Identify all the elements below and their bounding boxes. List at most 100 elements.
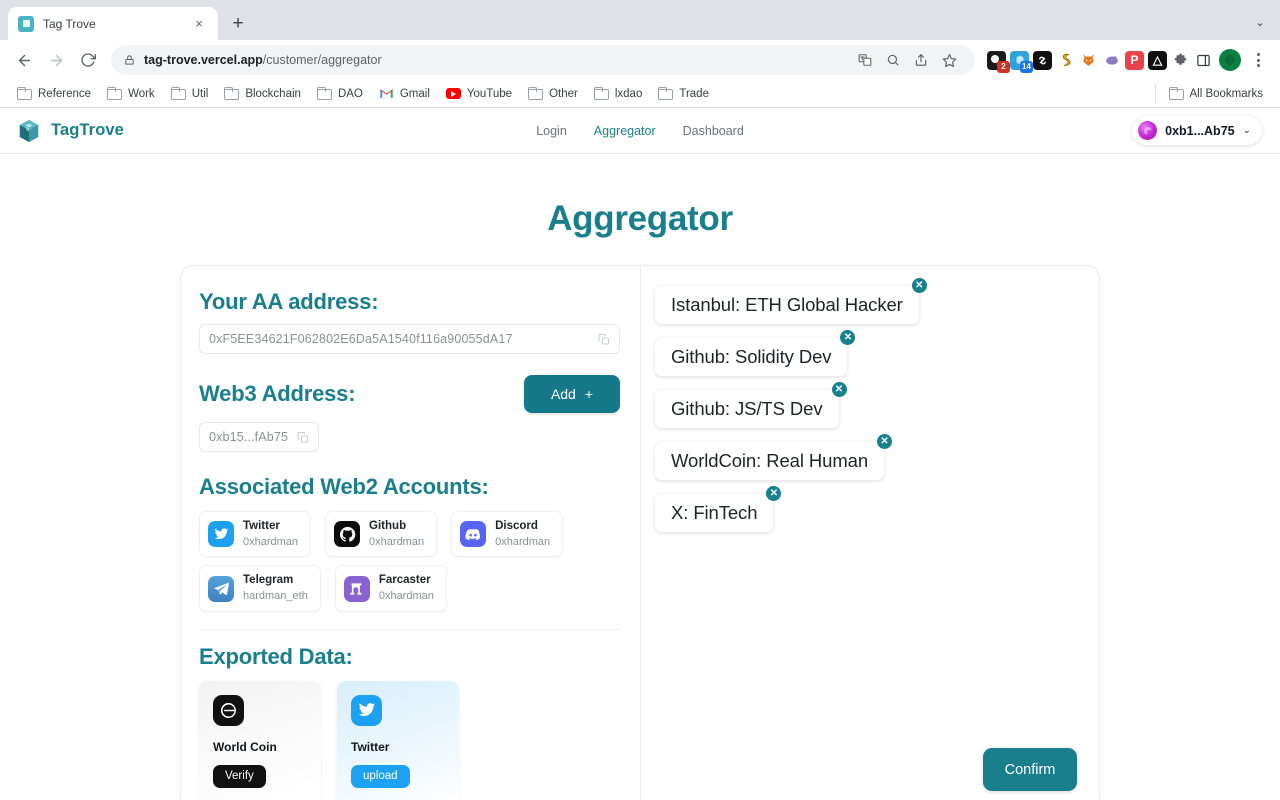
reload-button[interactable]: [73, 45, 103, 75]
account-info: Github 0xhardman: [369, 519, 424, 549]
copy-icon[interactable]: [297, 431, 309, 444]
bookmark-util[interactable]: Util: [164, 84, 216, 103]
bookmark-other[interactable]: Other: [521, 84, 585, 103]
all-bookmarks-label: All Bookmarks: [1190, 88, 1264, 100]
add-button[interactable]: Add +: [524, 375, 620, 413]
folder-icon: [17, 87, 32, 100]
address-bar[interactable]: tag-trove.vercel.app/customer/aggregator: [111, 45, 975, 75]
bookmark-trade[interactable]: Trade: [651, 84, 716, 103]
bookmark-dao[interactable]: DAO: [310, 84, 370, 103]
wallet-chip[interactable]: 0xb1...Ab75 ⌄: [1132, 116, 1262, 145]
bookmark-label: Gmail: [400, 88, 430, 100]
account-github[interactable]: Github 0xhardman: [325, 511, 437, 557]
copy-icon[interactable]: [598, 333, 610, 346]
aa-address-field[interactable]: 0xF5EE34621F062802E6Da5A1540f116a90055dA…: [199, 324, 620, 354]
github-icon: [334, 521, 360, 547]
remove-tag-icon[interactable]: ✕: [832, 382, 847, 397]
browser-tab[interactable]: Tag Trove ×: [8, 7, 218, 40]
ext-black-link-icon[interactable]: [1033, 51, 1052, 70]
ext-badge-count: 14: [1020, 61, 1033, 73]
tag-label[interactable]: Github: Solidity Dev: [655, 338, 847, 376]
remove-tag-icon[interactable]: ✕: [840, 330, 855, 345]
close-icon[interactable]: ×: [190, 15, 208, 33]
new-tab-button[interactable]: +: [224, 9, 252, 37]
star-icon[interactable]: [936, 47, 962, 73]
translate-icon[interactable]: [852, 47, 878, 73]
account-farcaster[interactable]: Farcaster 0xhardman: [335, 565, 447, 611]
url-domain: tag-trove.vercel.app: [144, 53, 263, 67]
account-info: Telegram hardman_eth: [243, 573, 308, 603]
nav-aggregator[interactable]: Aggregator: [594, 124, 656, 138]
share-icon[interactable]: [908, 47, 934, 73]
twitter-icon: [351, 695, 382, 726]
chrome-menu-button[interactable]: [1245, 47, 1271, 73]
bookmark-label: Work: [128, 88, 155, 100]
nav-login[interactable]: Login: [536, 124, 567, 138]
export-card-twitter[interactable]: Twitter upload: [337, 681, 459, 800]
remove-tag-icon[interactable]: ✕: [766, 486, 781, 501]
side-panel-icon[interactable]: [1194, 51, 1213, 70]
nav-dashboard[interactable]: Dashboard: [683, 124, 744, 138]
web3-row: Web3 Address: Add +: [199, 375, 620, 413]
browser-window: Tag Trove × + ⌄ tag-trove.vercel.app/cus…: [0, 0, 1280, 800]
tag-label[interactable]: WorldCoin: Real Human: [655, 442, 884, 480]
folder-icon: [1169, 87, 1184, 100]
ext-dark-badge-icon[interactable]: 2: [987, 51, 1006, 70]
bookmark-lxdao[interactable]: lxdao: [587, 84, 650, 103]
export-card-name: Twitter: [351, 740, 459, 754]
bookmark-label: Blockchain: [245, 88, 301, 100]
remove-tag-icon[interactable]: ✕: [912, 278, 927, 293]
web2-accounts-title: Associated Web2 Accounts:: [199, 474, 620, 500]
forward-button[interactable]: [41, 45, 71, 75]
account-handle: 0xhardman: [379, 589, 434, 604]
account-telegram[interactable]: Telegram hardman_eth: [199, 565, 321, 611]
ext-gold-s-icon[interactable]: [1056, 51, 1075, 70]
youtube-icon: [446, 88, 461, 99]
lock-icon: [124, 54, 135, 66]
profile-avatar[interactable]: [1219, 49, 1241, 71]
tag-item: WorldCoin: Real Human ✕: [655, 442, 884, 480]
account-handle: 0xhardman: [243, 535, 298, 550]
tag-label[interactable]: Github: JS/TS Dev: [655, 390, 839, 428]
bookmark-gmail[interactable]: Gmail: [372, 85, 437, 103]
back-button[interactable]: [9, 45, 39, 75]
tagtrove-favicon-icon: [18, 16, 34, 32]
web2-accounts-grid: Twitter 0xhardman Github 0xhardman: [199, 511, 620, 612]
account-twitter[interactable]: Twitter 0xhardman: [199, 511, 311, 557]
account-info: Twitter 0xhardman: [243, 519, 298, 549]
ext-purple-ghost-icon[interactable]: [1102, 51, 1121, 70]
bookmark-work[interactable]: Work: [100, 84, 162, 103]
app-header: TagTrove Login Aggregator Dashboard 0xb1…: [0, 108, 1280, 154]
export-card-worldcoin[interactable]: World Coin Verify: [199, 681, 321, 800]
farcaster-icon: [344, 576, 370, 602]
puzzle-icon[interactable]: [1171, 51, 1190, 70]
ext-red-p-icon[interactable]: P: [1125, 51, 1144, 70]
brand[interactable]: TagTrove: [18, 119, 124, 143]
url-text: tag-trove.vercel.app/customer/aggregator: [144, 53, 382, 67]
account-handle: 0xhardman: [495, 535, 550, 550]
bookmark-youtube[interactable]: YouTube: [439, 85, 519, 103]
zoom-search-icon[interactable]: [880, 47, 906, 73]
ext-fox-icon[interactable]: [1079, 51, 1098, 70]
chevron-down-icon[interactable]: ⌄: [1248, 10, 1272, 34]
bookmark-blockchain[interactable]: Blockchain: [217, 84, 308, 103]
verify-button[interactable]: Verify: [213, 765, 266, 788]
bookmark-reference[interactable]: Reference: [10, 84, 98, 103]
tag-item: X: FinTech ✕: [655, 494, 773, 532]
account-handle: hardman_eth: [243, 589, 308, 604]
web3-address-field[interactable]: 0xb15...fAb75: [199, 422, 319, 452]
omnibox-actions: [852, 47, 962, 73]
tag-label[interactable]: Istanbul: ETH Global Hacker: [655, 286, 919, 324]
tag-label[interactable]: X: FinTech: [655, 494, 773, 532]
page-content: TagTrove Login Aggregator Dashboard 0xb1…: [0, 108, 1280, 800]
section-divider: [199, 629, 620, 630]
aa-address-value: 0xF5EE34621F062802E6Da5A1540f116a90055dA…: [209, 332, 590, 346]
ext-black-a-icon[interactable]: △: [1148, 51, 1167, 70]
remove-tag-icon[interactable]: ✕: [877, 434, 892, 449]
tag-item: Github: JS/TS Dev ✕: [655, 390, 839, 428]
confirm-button[interactable]: Confirm: [983, 748, 1077, 791]
ext-teal-badge-icon[interactable]: 14: [1010, 51, 1029, 70]
account-discord[interactable]: Discord 0xhardman: [451, 511, 563, 557]
all-bookmarks-button[interactable]: All Bookmarks: [1162, 84, 1271, 103]
upload-button[interactable]: upload: [351, 765, 410, 788]
